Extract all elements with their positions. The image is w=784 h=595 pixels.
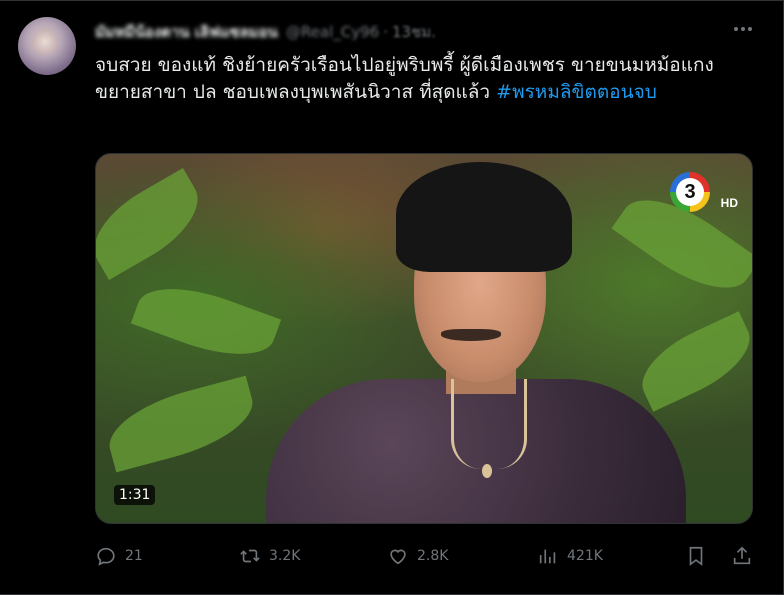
video-person-hair [396, 162, 572, 272]
leaf-decoration [629, 311, 752, 412]
video-person-collar [451, 379, 527, 469]
display-name[interactable]: มัมหมีน้องตาน เลิฟแซลมอน [95, 20, 278, 44]
tweet-time[interactable]: 13ชม. [392, 20, 436, 44]
bookmark-icon [689, 546, 703, 566]
separator-dot: · [383, 23, 388, 41]
reply-count: 21 [125, 548, 143, 564]
tweet-text: จบสวย ของแท้ ชิงย้ายครัวเรือนไปอยู่พริบพ… [95, 52, 755, 106]
top-border [0, 0, 784, 1]
like-button[interactable]: 2.8K [387, 541, 448, 571]
video-player[interactable]: 3 HD 1:31 [95, 153, 753, 524]
reply-icon [97, 547, 115, 566]
hashtag-link[interactable]: #พรหมลิขิตตอนจบ [496, 81, 657, 103]
share-icon [733, 546, 751, 565]
like-count: 2.8K [417, 548, 449, 564]
video-person-mustache [441, 329, 501, 341]
views-count: 421K [567, 548, 603, 564]
leaf-decoration [130, 271, 282, 372]
video-person-button [482, 464, 492, 478]
channel-number: 3 [676, 178, 704, 206]
views-icon [539, 549, 556, 564]
video-duration: 1:31 [114, 485, 156, 505]
leaf-decoration [100, 375, 262, 473]
channel-hd-label: HD [720, 196, 738, 210]
like-icon [390, 549, 406, 565]
user-handle[interactable]: @Real_Cy96 [286, 23, 379, 41]
retweet-count: 3.2K [269, 548, 301, 564]
reply-button[interactable]: 21 [95, 541, 143, 571]
share-button[interactable] [731, 541, 753, 571]
retweet-icon [240, 549, 260, 563]
tweet-header: มัมหมีน้องตาน เลิฟแซลมอน @Real_Cy96 · 13… [95, 20, 436, 44]
channel-logo: 3 [670, 172, 710, 212]
avatar[interactable] [18, 17, 76, 75]
action-bar: 21 3.2K 2.8K 421K [95, 541, 755, 571]
leaf-decoration [96, 168, 213, 280]
views-button[interactable]: 421K [537, 541, 603, 571]
more-icon[interactable] [732, 18, 754, 40]
bookmark-button[interactable] [685, 541, 707, 571]
retweet-button[interactable]: 3.2K [239, 541, 300, 571]
